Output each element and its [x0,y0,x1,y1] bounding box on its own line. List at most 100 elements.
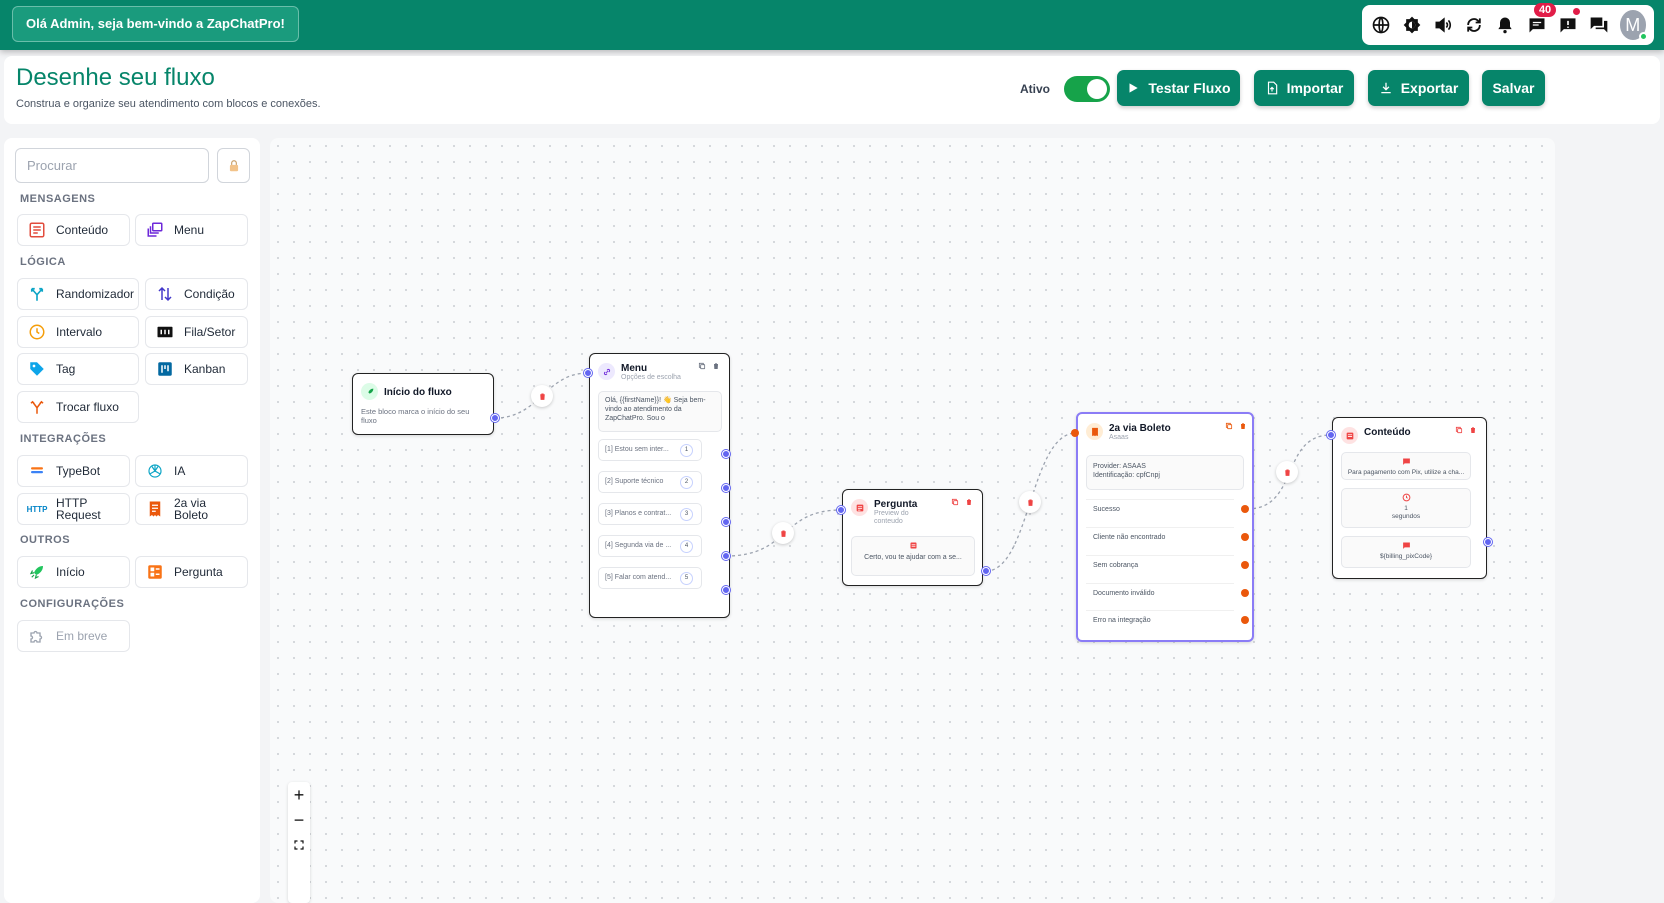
boleto-output: Erro na integração [1086,610,1234,631]
block-http-request[interactable]: HTTP HTTP Request [17,493,130,525]
node-boleto-provider: Provider: ASAAS [1093,463,1146,470]
delete-icon[interactable] [711,361,721,371]
export-button[interactable]: Exportar [1368,70,1469,106]
alert-icon[interactable] [1557,8,1581,37]
delete-icon[interactable] [1468,425,1478,435]
node-conteudo[interactable]: Conteúdo Para pagamento com Pix, utilize… [1332,417,1487,579]
zoom-in-button[interactable]: + [288,784,310,806]
import-label: Importar [1286,80,1344,96]
conteudo-item-pix: ${billing_pixCode} [1341,536,1471,568]
rocket-icon [27,562,47,582]
delete-icon[interactable] [1238,421,1248,431]
block-tag[interactable]: Tag [17,353,139,385]
block-http-label-line2: Request [56,508,101,522]
menu-option-number: 2 [680,476,693,489]
copy-icon[interactable] [950,497,960,507]
receipt-icon [145,499,165,519]
copy-icon[interactable] [1454,425,1464,435]
block-inicio[interactable]: Início [17,556,130,588]
node-start-output-port[interactable] [491,414,499,422]
node-conteudo-input-port[interactable] [1327,431,1335,439]
node-menu-input-port[interactable] [584,369,592,377]
block-pergunta[interactable]: Pergunta [135,556,248,588]
block-fila[interactable]: Fila/Setor [145,316,248,348]
block-em-breve: Em breve [17,620,130,652]
block-2a-via-boleto[interactable]: 2a via Boleto [135,493,248,525]
save-button[interactable]: Salvar [1482,70,1545,106]
volume-icon[interactable] [1432,13,1453,37]
fork-icon [27,397,47,417]
block-intervalo-label: Intervalo [56,325,103,339]
block-conteudo[interactable]: Conteúdo [17,214,130,246]
node-start[interactable]: Início do fluxo Este bloco marca o iníci… [352,373,494,435]
block-randomizador-label: Randomizador [56,287,135,301]
copy-icon[interactable] [697,361,707,371]
copy-icon[interactable] [1224,421,1234,431]
boleto-output-port[interactable] [1241,533,1249,541]
zoom-out-button[interactable]: − [288,809,310,831]
block-intervalo[interactable]: Intervalo [17,316,139,348]
node-pergunta-subtitle: Preview do conteudo [874,510,909,526]
block-typebot[interactable]: TypeBot [17,455,130,487]
openai-icon [145,461,165,481]
boleto-output-port[interactable] [1241,505,1249,513]
block-http-label: HTTP Request [56,497,101,521]
conteudo-interval-value: 1 [1404,505,1408,512]
trash-icon [780,530,786,537]
fit-view-button[interactable] [288,834,310,856]
test-flow-button[interactable]: Testar Fluxo [1117,70,1240,106]
http-icon: HTTP [27,499,48,519]
edge-delete-button[interactable] [1276,461,1298,483]
clock-icon [27,322,47,342]
refresh-icon[interactable] [1464,13,1485,37]
search-input[interactable] [15,148,209,183]
menu-option-number: 5 [680,572,693,585]
shuffle-icon [27,284,47,304]
boleto-output-port[interactable] [1241,589,1249,597]
edge-delete-button[interactable] [772,522,794,544]
edge-delete-button[interactable] [1019,491,1041,513]
page-title: Desenhe seu fluxo [16,64,215,91]
active-toggle[interactable] [1064,76,1110,102]
node-pergunta-input-port[interactable] [837,506,845,514]
node-menu[interactable]: Menu Opções de escolha Olá, {{firstName}… [589,353,730,618]
bell-icon[interactable] [1495,13,1516,37]
contrast-icon[interactable] [1401,13,1422,37]
edge-delete-button[interactable] [531,385,553,407]
chats-icon[interactable] [1588,13,1609,37]
menu-option-number: 1 [680,444,693,457]
menu-option-number: 3 [680,508,693,521]
node-pergunta-output-port[interactable] [982,567,990,575]
avatar[interactable]: M [1619,10,1648,41]
boleto-output: Sucesso [1086,499,1234,520]
block-conteudo-label: Conteúdo [56,223,109,237]
trash-icon [1284,469,1290,476]
import-button[interactable]: Importar [1254,70,1354,106]
lock-button[interactable] [217,148,250,183]
menu-option-label: [1] Estou sem inter... [605,446,669,453]
boleto-output-port[interactable] [1241,616,1249,624]
menu-option-port[interactable] [722,484,730,492]
block-ia[interactable]: IA [135,455,248,487]
menu-option-port[interactable] [722,586,730,594]
block-condicao[interactable]: Condição [145,278,248,310]
globe-icon[interactable] [1370,13,1391,37]
node-boleto-input-port[interactable] [1071,429,1079,437]
clock-icon [1402,493,1410,502]
boleto-output-port[interactable] [1241,561,1249,569]
block-trocar-fluxo[interactable]: Trocar fluxo [17,391,139,423]
block-randomizador[interactable]: Randomizador [17,278,139,310]
block-trocar-label: Trocar fluxo [56,400,119,414]
delete-icon[interactable] [964,497,974,507]
node-pergunta[interactable]: Pergunta Preview do conteudo Certo, vou t… [842,489,983,586]
node-conteudo-output-port[interactable] [1484,538,1492,546]
chat-icon[interactable]: 40 [1526,3,1557,37]
node-boleto[interactable]: 2a via Boleto Asaas Provider: ASAAS Iden… [1076,412,1254,642]
menu-option-port[interactable] [722,552,730,560]
menu-option: [1] Estou sem inter... 1 [598,439,702,461]
menu-option-port[interactable] [722,518,730,526]
menu-option-port[interactable] [722,450,730,458]
form-icon [145,562,165,582]
block-menu[interactable]: Menu [135,214,248,246]
block-kanban[interactable]: Kanban [145,353,248,385]
